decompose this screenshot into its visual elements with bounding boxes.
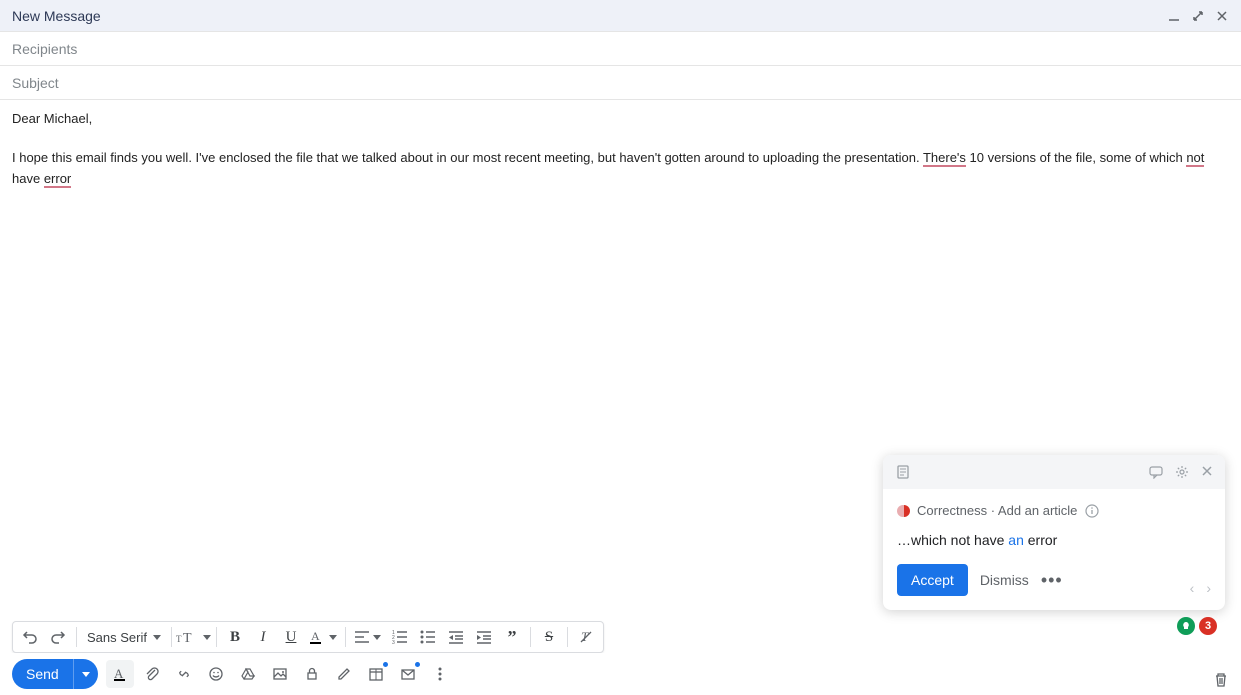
window-controls [1167, 9, 1229, 23]
chevron-down-icon [203, 635, 211, 640]
grammar-settings-icon[interactable] [1175, 465, 1189, 479]
grammar-more-icon[interactable]: ••• [1041, 570, 1063, 591]
grammar-popup-body: Correctness · Add an article …which not … [883, 489, 1225, 610]
grammar-brand-icon [895, 464, 911, 480]
indent-more-icon[interactable] [470, 623, 498, 651]
image-icon[interactable] [266, 660, 294, 688]
formatting-toolbar: Sans Serif TT B I U A 123 ” S T [12, 621, 604, 653]
align-icon[interactable] [350, 623, 386, 651]
more-options-icon[interactable] [426, 660, 454, 688]
minimize-icon[interactable] [1167, 9, 1181, 23]
font-name-label: Sans Serif [87, 630, 147, 645]
svg-text:A: A [311, 629, 320, 643]
compose-actions: A [106, 660, 454, 688]
grammar-popup-header [883, 455, 1225, 489]
indent-less-icon[interactable] [442, 623, 470, 651]
suggestion-insert: an [1008, 532, 1024, 548]
correctness-dot-icon [897, 505, 909, 517]
bullet-list-icon[interactable] [414, 623, 442, 651]
svg-text:A: A [114, 666, 124, 681]
suggestion-before: …which not have [897, 532, 1008, 548]
underline-icon[interactable]: U [277, 623, 305, 651]
text-color-icon[interactable]: A [305, 623, 341, 651]
body-text: 10 versions of the file, some of which [966, 150, 1186, 165]
grammar-suggestion: …which not have an error [897, 532, 1211, 548]
accept-button[interactable]: Accept [897, 564, 968, 596]
strikethrough-icon[interactable]: S [535, 623, 563, 651]
pen-icon[interactable] [330, 660, 358, 688]
svg-text:3: 3 [392, 640, 395, 644]
window-header: New Message [0, 0, 1241, 32]
grammar-error-not[interactable]: not [1186, 150, 1204, 167]
recipients-input[interactable] [12, 41, 1229, 57]
subject-input[interactable] [12, 75, 1229, 91]
grammar-category: Correctness · Add an article [917, 503, 1077, 518]
assistant-bulb-icon[interactable] [1177, 617, 1195, 635]
grammar-error-theres[interactable]: There's [923, 150, 966, 167]
bold-icon[interactable]: B [221, 623, 249, 651]
greeting-text: Dear Michael, [12, 109, 1229, 130]
info-icon[interactable] [1085, 504, 1099, 518]
body-text: have [12, 171, 44, 186]
signature-icon[interactable] [394, 660, 422, 688]
confidential-icon[interactable] [298, 660, 326, 688]
drive-icon[interactable] [234, 660, 262, 688]
grammar-popup: Correctness · Add an article …which not … [883, 455, 1225, 610]
chevron-down-icon [329, 635, 337, 640]
chevron-down-icon [373, 635, 381, 640]
svg-text:T: T [581, 629, 589, 644]
grammar-close-icon[interactable] [1201, 465, 1213, 479]
trash-icon[interactable] [1213, 672, 1229, 688]
grammar-feedback-icon[interactable] [1149, 465, 1163, 479]
body-paragraph: I hope this email finds you well. I've e… [12, 148, 1229, 190]
bottom-toolbar: Send A [0, 653, 1241, 695]
restore-icon[interactable] [1191, 9, 1205, 23]
remove-format-icon[interactable]: T [572, 623, 600, 651]
subject-row [0, 66, 1241, 100]
font-size-icon[interactable]: TT [176, 623, 212, 651]
svg-text:T: T [176, 634, 182, 644]
send-button[interactable]: Send [12, 659, 74, 689]
redo-icon[interactable] [44, 623, 72, 651]
quote-icon[interactable]: ” [498, 623, 526, 651]
recipients-row [0, 32, 1241, 66]
assistant-badges: 3 [1177, 617, 1217, 635]
dismiss-button[interactable]: Dismiss [980, 572, 1029, 588]
body-text: I hope this email finds you well. I've e… [12, 150, 923, 165]
emoji-icon[interactable] [202, 660, 230, 688]
undo-icon[interactable] [16, 623, 44, 651]
window-title: New Message [12, 8, 101, 24]
svg-text:T: T [183, 631, 192, 645]
grammar-nav: ‹ › [1190, 580, 1211, 596]
format-toggle-icon[interactable]: A [106, 660, 134, 688]
close-icon[interactable] [1215, 9, 1229, 23]
numbered-list-icon[interactable]: 123 [386, 623, 414, 651]
prev-suggestion-icon[interactable]: ‹ [1190, 580, 1195, 596]
schedule-icon[interactable] [362, 660, 390, 688]
attach-icon[interactable] [138, 660, 166, 688]
send-more-button[interactable] [74, 659, 98, 689]
link-icon[interactable] [170, 660, 198, 688]
send-button-group: Send [12, 659, 98, 689]
font-select[interactable]: Sans Serif [81, 630, 167, 645]
grammar-error-error[interactable]: error [44, 171, 71, 188]
error-count-badge[interactable]: 3 [1199, 617, 1217, 635]
chevron-down-icon [153, 635, 161, 640]
suggestion-after: error [1024, 532, 1057, 548]
italic-icon[interactable]: I [249, 623, 277, 651]
next-suggestion-icon[interactable]: › [1206, 580, 1211, 596]
